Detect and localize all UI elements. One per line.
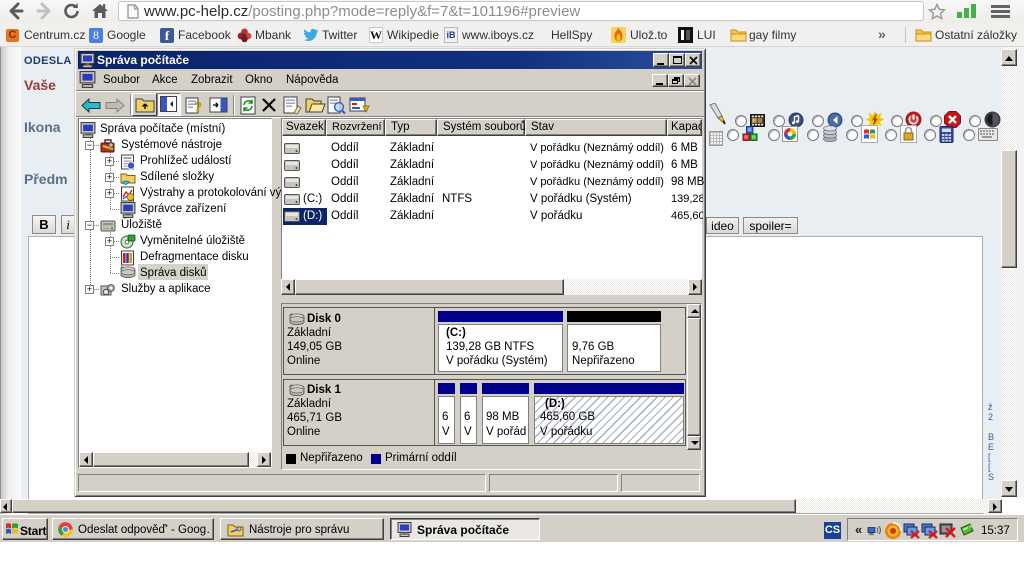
svg-text:?: ? [195, 100, 203, 115]
